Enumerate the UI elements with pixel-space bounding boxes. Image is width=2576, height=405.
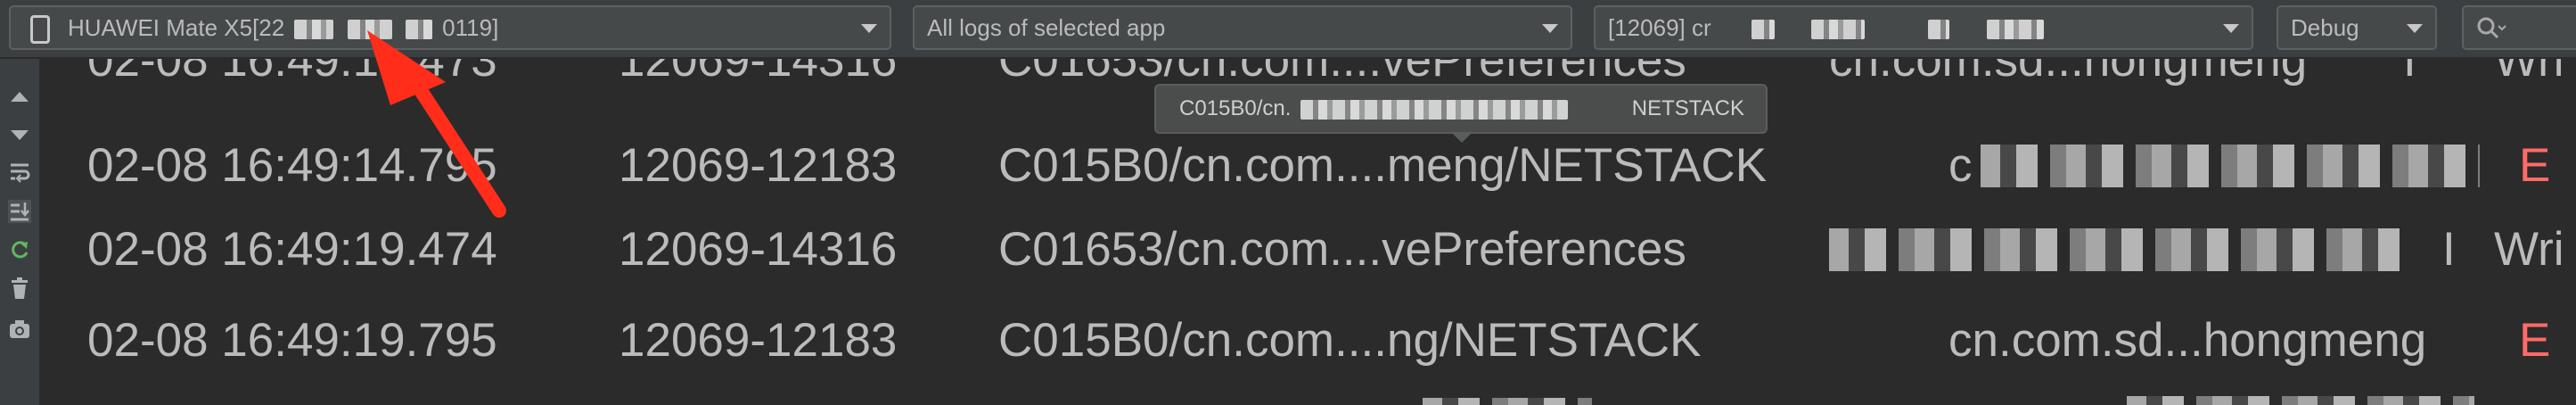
log-message: Wri bbox=[2494, 59, 2564, 87]
redacted-text bbox=[1811, 20, 1866, 40]
logcat-toolbar: HUAWEI Mate X5[22 0119] All logs of sele… bbox=[0, 0, 2576, 59]
log-row[interactable]: 02-08 16:49:14.795 12069-12183 C015B0/cn… bbox=[41, 139, 2576, 193]
logcat-side-toolbar bbox=[0, 59, 41, 405]
delete-icon[interactable] bbox=[8, 277, 31, 300]
log-timestamp: 02-08 16:49:19.795 bbox=[87, 314, 497, 367]
process-selector[interactable]: [12069] cr bbox=[1594, 5, 2253, 50]
log-search-field[interactable] bbox=[2462, 5, 2576, 50]
chevron-down-icon bbox=[2223, 24, 2239, 33]
log-level: E bbox=[2519, 139, 2551, 192]
redacted-text bbox=[1981, 145, 2480, 187]
chevron-down-icon bbox=[1542, 24, 1558, 33]
device-label-prefix: HUAWEI Mate X5[22 bbox=[68, 14, 285, 41]
redacted-text bbox=[2127, 396, 2474, 405]
redacted-text bbox=[1423, 398, 1592, 405]
redacted-text bbox=[1829, 228, 2400, 271]
redacted-text bbox=[1751, 20, 1775, 40]
log-level: I bbox=[2442, 223, 2456, 276]
log-package: cn.com.sd...hongmeng bbox=[1948, 314, 2427, 367]
search-icon bbox=[2477, 17, 2506, 39]
tooltip-text-suffix: NETSTACK bbox=[1631, 96, 1744, 120]
soft-wrap-icon[interactable] bbox=[8, 161, 31, 184]
log-pid-tid: 12069-12183 bbox=[619, 314, 898, 367]
log-filter-value: All logs of selected app bbox=[927, 14, 1166, 41]
log-level: E bbox=[2519, 314, 2551, 367]
log-level: I bbox=[2403, 59, 2416, 87]
log-package: c bbox=[1948, 139, 1973, 192]
arrow-up-icon[interactable] bbox=[8, 86, 31, 109]
log-level-selector[interactable]: Debug bbox=[2277, 5, 2437, 50]
tooltip-text-prefix: C015B0/cn. bbox=[1179, 96, 1292, 120]
log-row[interactable]: 02-08 16:49:19.795 12069-12183 C015B0/cn… bbox=[41, 314, 2576, 368]
redacted-text bbox=[347, 20, 392, 40]
log-package: cn.com.sd...hongmeng bbox=[1829, 59, 2308, 87]
chevron-down-icon bbox=[2407, 24, 2423, 33]
log-message: Wri bbox=[2494, 223, 2564, 276]
arrow-down-icon[interactable] bbox=[8, 123, 31, 146]
log-pid-tid: 12069-14316 bbox=[619, 59, 898, 87]
log-row[interactable]: 02-08 16:49:19.474 12069-14316 C01653/cn… bbox=[41, 223, 2576, 277]
redacted-text bbox=[1986, 20, 2044, 40]
chevron-down-icon bbox=[861, 24, 877, 33]
log-tag: C01653/cn.com....vePreferences bbox=[998, 223, 1686, 276]
log-filter-selector[interactable]: All logs of selected app bbox=[913, 5, 1572, 50]
scroll-to-end-icon[interactable] bbox=[8, 200, 31, 223]
phone-icon bbox=[30, 15, 50, 44]
screenshot-icon[interactable] bbox=[8, 318, 31, 341]
redacted-text bbox=[405, 20, 432, 40]
device-label-suffix: 0119] bbox=[442, 14, 499, 41]
device-selector[interactable]: HUAWEI Mate X5[22 0119] bbox=[9, 5, 891, 50]
log-timestamp: 02-08 16:49:19.474 bbox=[87, 223, 497, 276]
log-timestamp: 02-08 16:49:14.473 bbox=[87, 59, 497, 87]
log-tag: C015B0/cn.com....meng/NETSTACK bbox=[998, 139, 1768, 192]
tooltip-pointer bbox=[1453, 134, 1471, 143]
process-value-prefix: [12069] cr bbox=[1608, 14, 1711, 41]
restart-icon[interactable] bbox=[8, 237, 31, 260]
tag-tooltip: C015B0/cn. NETSTACK bbox=[1154, 84, 1768, 134]
log-level-value: Debug bbox=[2291, 14, 2359, 41]
log-tag: C015B0/cn.com....ng/NETSTACK bbox=[998, 314, 1702, 367]
redacted-text bbox=[1928, 20, 1950, 40]
log-pid-tid: 12069-14316 bbox=[619, 223, 898, 276]
redacted-text bbox=[1300, 99, 1569, 120]
log-timestamp: 02-08 16:49:14.795 bbox=[87, 139, 497, 192]
search-input[interactable] bbox=[2510, 12, 2576, 45]
log-pid-tid: 12069-12183 bbox=[619, 139, 898, 192]
redacted-text bbox=[294, 20, 334, 40]
